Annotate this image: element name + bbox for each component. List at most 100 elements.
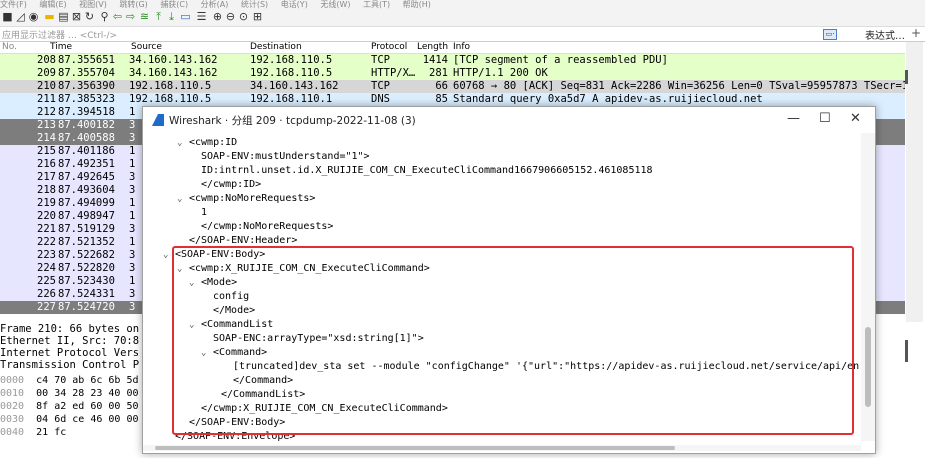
detail-tcp[interactable]: Transmission Control P [0,359,150,371]
maximize-button[interactable]: ☐ [819,111,831,126]
tree-node[interactable]: ID:intrnl.unset.id.X_RUIJIE_COM_CN_Execu… [201,165,653,177]
autoscroll-icon[interactable]: ▭ [180,11,191,22]
normal-size-icon[interactable]: ⊙ [238,11,249,22]
dialog-title: Wireshark · 分组 209 · tcpdump-2022-11-08 … [169,115,416,127]
zoom-out-icon[interactable]: ⊖ [225,11,236,22]
packet-source: 34.160.143.162 [129,54,218,66]
packet-row[interactable]: 209 87.355704 34.160.143.162 192.168.110.5 H… [0,67,905,80]
reload-icon[interactable]: ↻ [84,11,95,22]
go-back-icon[interactable]: ⇦ [112,11,123,22]
packet-source: 3 [129,288,136,300]
packet-number: 213 [37,119,56,131]
packet-number: 224 [37,262,56,274]
packet-time: 87.385323 [58,93,115,105]
packet-protocol: TCP [371,54,390,66]
packet-number: 214 [37,132,56,144]
column-destination[interactable]: Destination [250,42,302,52]
expand-chevron-icon[interactable]: ⌄ [177,193,189,205]
menu-edit[interactable]: 编辑(E) [39,0,66,9]
open-file-icon[interactable]: ▬ [44,11,55,22]
packet-destination: 192.168.110.5 [250,67,333,79]
highlight-box [172,246,854,435]
column-no[interactable]: No. [2,42,17,52]
menu-analyze[interactable]: 分析(A) [201,0,229,9]
expand-chevron-icon[interactable]: ⌄ [177,137,189,149]
column-time[interactable]: Time [50,42,72,52]
scroll-thumb[interactable] [905,70,908,84]
menu-tools[interactable]: 工具(T) [363,0,390,9]
packet-details-pane: Frame 210: 66 bytes on Ethernet II, Src:… [0,323,150,371]
resize-columns-icon[interactable]: ⊞ [252,11,263,22]
close-button[interactable]: ✕ [850,111,861,126]
packet-row[interactable]: 208 87.355651 34.160.143.162 192.168.110.5 T… [0,54,905,67]
details-scroll-thumb[interactable] [905,340,908,362]
menu-view[interactable]: 视图(V) [79,0,107,9]
dialog-horizontal-thumb[interactable] [155,446,675,450]
packet-source: 3 [129,223,136,235]
tree-node[interactable]: </cwmp:NoMoreRequests> [201,221,333,233]
menu-wireless[interactable]: 无线(W) [320,0,350,9]
packet-time: 87.522820 [58,262,115,274]
packet-destination: 34.160.143.162 [250,80,339,92]
detail-ip[interactable]: Internet Protocol Vers [0,347,150,359]
column-source[interactable]: Source [131,42,162,52]
column-length[interactable]: Length [417,42,448,52]
first-packet-icon[interactable]: ⤒ [153,11,164,22]
detail-ethernet[interactable]: Ethernet II, Src: 70:8 [0,335,150,347]
packet-row[interactable]: 211 87.385323 192.168.110.5 192.168.110.1 DN… [0,93,905,106]
packet-time: 87.494099 [58,197,115,209]
tree-node[interactable]: </cwmp:ID> [201,179,261,191]
dialog-titlebar[interactable]: Wireshark · 分组 209 · tcpdump-2022-11-08 … [143,107,875,133]
menu-statistics[interactable]: 统计(S) [241,0,268,9]
save-file-icon[interactable]: ▤ [58,11,69,22]
close-file-icon[interactable]: ⊠ [71,11,82,22]
menu-telephony[interactable]: 电话(Y) [281,0,308,9]
tree-node[interactable]: ⌄ <cwmp:ID [177,137,237,149]
packet-time: 87.521352 [58,236,115,248]
restart-capture-icon[interactable]: ◿ [15,11,26,22]
column-protocol[interactable]: Protocol [371,42,407,52]
go-to-packet-icon[interactable]: ≊ [139,11,150,22]
packet-destination: 192.168.110.5 [250,54,333,66]
capture-options-icon[interactable]: ◉ [28,11,39,22]
tree-node[interactable]: ⌄ <cwmp:NoMoreRequests> [177,193,315,205]
last-packet-icon[interactable]: ⤓ [166,11,177,22]
minimize-button[interactable]: — [787,111,800,126]
display-filter-input[interactable]: 应用显示过滤器 … <Ctrl-/> [2,28,117,41]
zoom-in-icon[interactable]: ⊕ [212,11,223,22]
menu-file[interactable]: 文件(F) [0,0,27,9]
find-packet-icon[interactable]: ⚲ [99,11,110,22]
packet-time: 87.493604 [58,184,115,196]
menu-help[interactable]: 帮助(H) [403,0,431,9]
packet-source: 3 [129,132,136,144]
add-filter-button[interactable]: + [911,26,921,40]
tree-node[interactable]: 1 [201,207,207,219]
packet-source: 1 [129,236,136,248]
dialog-vertical-thumb[interactable] [865,327,871,407]
packet-protocol: HTTP/X… [371,67,416,79]
menu-capture[interactable]: 捕获(C) [160,0,188,9]
hex-line: 0000 c4 70 ab 6c 6b 5d [0,375,139,386]
filter-dropdown-icon[interactable]: ▭· [823,29,837,40]
packet-source: 1 [129,158,136,170]
packet-list-scrollbar[interactable] [906,42,923,322]
detail-frame[interactable]: Frame 210: 66 bytes on [0,323,150,335]
stop-capture-icon[interactable]: ■ [2,11,13,22]
menu-go[interactable]: 跳转(G) [119,0,147,9]
packet-number: 209 [37,67,56,79]
tree-node-text: </cwmp:ID> [201,179,262,190]
tree-node[interactable]: SOAP-ENV:mustUnderstand="1"> [201,151,370,163]
packet-number: 222 [37,236,56,248]
packet-row[interactable]: 210 87.356390 192.168.110.5 34.160.143.162 T… [0,80,905,93]
packet-time: 87.355704 [58,67,115,79]
colorize-icon[interactable]: ☰ [196,11,207,22]
packet-length: 85 [435,93,448,105]
go-forward-icon[interactable]: ⇨ [125,11,136,22]
packet-length: 1414 [422,54,448,66]
expression-button[interactable]: 表达式… [865,27,905,42]
packet-time: 87.498947 [58,210,115,222]
column-info[interactable]: Info [453,42,470,52]
packet-info: [TCP segment of a reassembled PDU] [453,54,668,66]
packet-time: 87.524331 [58,288,115,300]
packet-time: 87.356390 [58,80,115,92]
